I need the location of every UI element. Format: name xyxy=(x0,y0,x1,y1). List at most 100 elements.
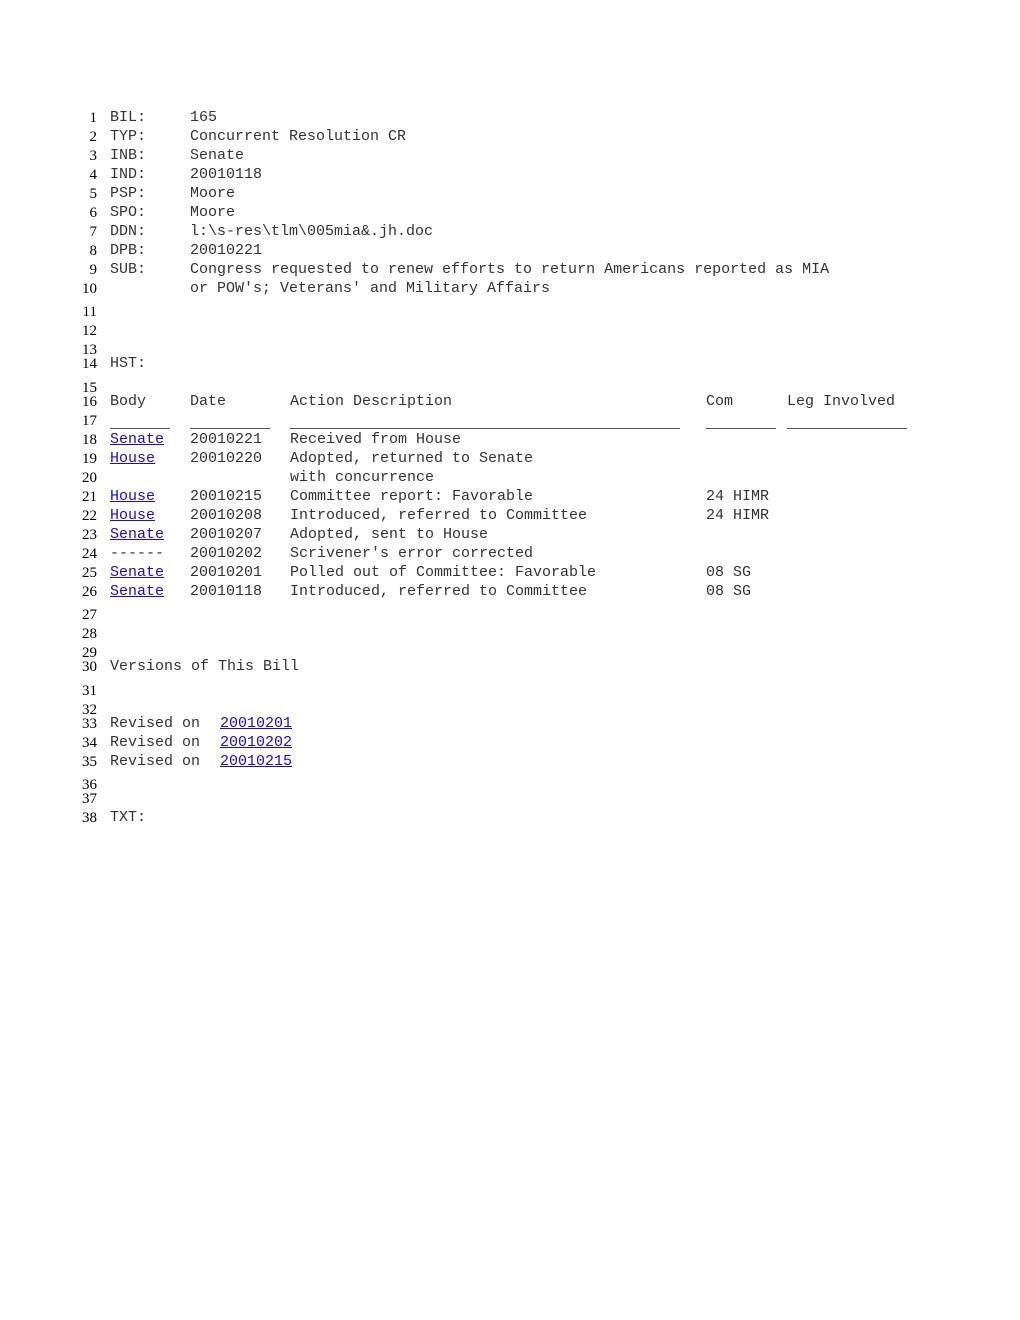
line-number: 24 xyxy=(82,546,97,562)
row-date: 20010202 xyxy=(190,545,263,562)
field-label-ind: IND: xyxy=(110,166,147,183)
row-com: 08 SG xyxy=(706,583,752,600)
body-link[interactable]: Senate xyxy=(110,527,164,543)
row-date: 20010221 xyxy=(190,431,263,448)
line-number: 33 xyxy=(82,716,97,732)
line-number: 30 xyxy=(82,659,97,675)
field-label-bil: BIL: xyxy=(110,109,147,126)
line-number: 34 xyxy=(82,735,97,751)
line-number: 6 xyxy=(89,205,98,221)
field-value-psp: Moore xyxy=(190,185,236,202)
version-prefix: Revised on xyxy=(110,715,201,732)
row-date: 20010207 xyxy=(190,526,263,543)
version-prefix: Revised on xyxy=(110,753,201,770)
column-header-leg: Leg Involved xyxy=(787,393,896,410)
line-number: 1 xyxy=(89,110,98,126)
line-number: 20 xyxy=(82,470,97,486)
version-link[interactable]: 20010202 xyxy=(220,735,292,751)
line-number: 14 xyxy=(82,356,97,372)
line-number: 38 xyxy=(82,810,97,826)
line-number: 28 xyxy=(82,626,97,642)
line-number: 8 xyxy=(89,243,98,259)
text-label: TXT: xyxy=(110,809,147,826)
row-action: Polled out of Committee: Favorable xyxy=(290,564,597,581)
field-label-sub: SUB: xyxy=(110,261,147,278)
line-number: 4 xyxy=(89,167,98,183)
line-number: 5 xyxy=(89,186,98,202)
version-link[interactable]: 20010201 xyxy=(220,716,292,732)
row-body: ------ xyxy=(110,545,165,562)
row-action: Scrivener's error corrected xyxy=(290,545,534,562)
line-number: 9 xyxy=(89,262,98,278)
field-value-typ: Concurrent Resolution CR xyxy=(190,128,407,145)
body-link[interactable]: House xyxy=(110,508,155,524)
field-value-sub: Congress requested to renew efforts to r… xyxy=(190,261,830,278)
line-number: 31 xyxy=(82,683,97,699)
row-action-continuation: with concurrence xyxy=(290,469,435,486)
line-number: 26 xyxy=(82,584,97,600)
field-value-spo: Moore xyxy=(190,204,236,221)
line-number: 22 xyxy=(82,508,97,524)
column-divider xyxy=(110,428,170,429)
versions-title: Versions of This Bill xyxy=(110,658,300,675)
line-number: 25 xyxy=(82,565,97,581)
field-value-ddn: l:\s-res\tlm\005mia&.jh.doc xyxy=(190,223,434,240)
field-value-ind: 20010118 xyxy=(190,166,263,183)
column-header-com: Com xyxy=(706,393,734,410)
line-number: 12 xyxy=(82,323,97,339)
field-value-dpb: 20010221 xyxy=(190,242,263,259)
row-com: 24 HIMR xyxy=(706,507,770,524)
body-link[interactable]: Senate xyxy=(110,584,164,600)
body-link[interactable]: House xyxy=(110,451,155,467)
line-number: 18 xyxy=(82,432,97,448)
column-divider xyxy=(290,428,680,429)
line-number: 37 xyxy=(82,791,97,807)
field-label-inb: INB: xyxy=(110,147,147,164)
line-number: 17 xyxy=(82,413,97,429)
row-action: Introduced, referred to Committee xyxy=(290,583,588,600)
row-date: 20010220 xyxy=(190,450,263,467)
body-link[interactable]: Senate xyxy=(110,565,164,581)
body-link[interactable]: House xyxy=(110,489,155,505)
row-date: 20010208 xyxy=(190,507,263,524)
line-number: 11 xyxy=(82,304,97,320)
line-number: 27 xyxy=(82,607,97,623)
field-label-typ: TYP: xyxy=(110,128,147,145)
line-number: 23 xyxy=(82,527,97,543)
body-link[interactable]: Senate xyxy=(110,432,164,448)
row-action: Adopted, returned to Senate xyxy=(290,450,534,467)
column-divider xyxy=(787,428,907,429)
row-date: 20010201 xyxy=(190,564,263,581)
column-header-date: Date xyxy=(190,393,227,410)
row-action: Introduced, referred to Committee xyxy=(290,507,588,524)
row-action: Committee report: Favorable xyxy=(290,488,534,505)
field-label-psp: PSP: xyxy=(110,185,147,202)
history-label: HST: xyxy=(110,355,147,372)
line-number: 3 xyxy=(89,148,98,164)
line-number: 7 xyxy=(89,224,98,240)
version-link[interactable]: 20010215 xyxy=(220,754,292,770)
field-label-dpb: DPB: xyxy=(110,242,147,259)
row-com: 24 HIMR xyxy=(706,488,770,505)
line-number: 2 xyxy=(89,129,98,145)
version-prefix: Revised on xyxy=(110,734,201,751)
line-number: 10 xyxy=(82,281,97,297)
row-action: Adopted, sent to House xyxy=(290,526,489,543)
line-number: 35 xyxy=(82,754,97,770)
line-number: 19 xyxy=(82,451,97,467)
row-action: Received from House xyxy=(290,431,462,448)
row-date: 20010215 xyxy=(190,488,263,505)
column-header-body: Body xyxy=(110,393,147,410)
column-header-action: Action Description xyxy=(290,393,453,410)
field-label-ddn: DDN: xyxy=(110,223,147,240)
field-value-sub-continuation: or POW's; Veterans' and Military Affairs xyxy=(190,280,551,297)
field-label-spo: SPO: xyxy=(110,204,147,221)
row-com: 08 SG xyxy=(706,564,752,581)
field-value-bil: 165 xyxy=(190,109,218,126)
field-value-inb: Senate xyxy=(190,147,245,164)
row-date: 20010118 xyxy=(190,583,263,600)
line-number: 16 xyxy=(82,394,97,410)
line-number: 21 xyxy=(82,489,97,505)
column-divider xyxy=(706,428,776,429)
column-divider xyxy=(190,428,270,429)
